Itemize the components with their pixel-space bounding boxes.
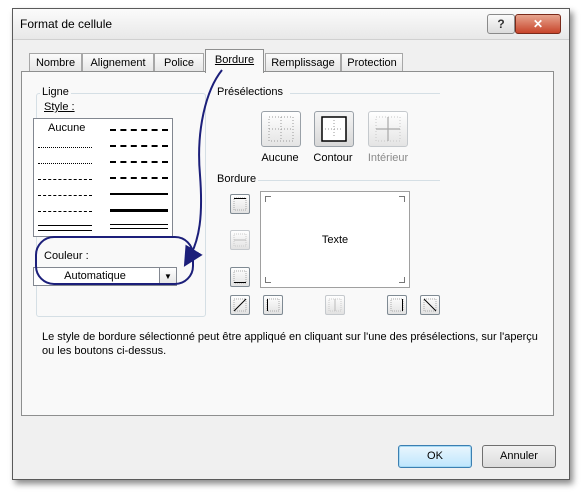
preview-corner-mark xyxy=(265,196,271,202)
border-tab-panel: Ligne Style : Aucune Couleur : Automatiq… xyxy=(21,71,554,416)
preview-corner-mark xyxy=(399,277,405,283)
style-label: Style : xyxy=(44,101,75,113)
diagonal-up-icon xyxy=(233,298,247,312)
style-option-medium-dashed[interactable] xyxy=(110,177,168,179)
description-text: Le style de bordure sélectionné peut êtr… xyxy=(42,331,538,357)
tab-bordure[interactable]: Bordure xyxy=(205,49,264,73)
border-bottom-button[interactable] xyxy=(230,267,250,287)
border-title: Bordure xyxy=(217,173,257,185)
color-dropdown[interactable]: Automatique ▼ xyxy=(33,267,177,286)
line-style-list[interactable]: Aucune xyxy=(33,118,173,237)
tab-alignement[interactable]: Alignement xyxy=(82,53,154,72)
cancel-button[interactable]: Annuler xyxy=(482,445,556,468)
ok-button[interactable]: OK xyxy=(398,445,472,468)
title-bar: Format de cellule ? ✕ xyxy=(13,9,569,40)
preset-inside-button[interactable] xyxy=(368,111,408,147)
preset-none-label: Aucune xyxy=(261,152,299,164)
border-right-button[interactable] xyxy=(387,295,407,315)
window-title: Format de cellule xyxy=(20,17,113,31)
style-option-hairline[interactable] xyxy=(38,147,92,148)
tab-nombre[interactable]: Nombre xyxy=(29,53,82,72)
presets-title: Présélections xyxy=(217,86,284,98)
border-preview[interactable]: Texte xyxy=(260,191,410,288)
preset-outline-icon xyxy=(321,116,347,142)
style-option-dash-dot-dot[interactable] xyxy=(38,179,92,180)
border-left-button[interactable] xyxy=(263,295,283,315)
border-inside-horizontal-icon xyxy=(233,233,247,247)
style-option-dash-dot[interactable] xyxy=(38,195,92,196)
preset-inside-label: Intérieur xyxy=(367,152,409,164)
style-option-none[interactable]: Aucune xyxy=(48,122,85,134)
border-bottom-icon xyxy=(233,270,247,284)
preset-outline-button[interactable] xyxy=(314,111,354,147)
tab-police[interactable]: Police xyxy=(154,53,204,72)
preview-corner-mark xyxy=(265,277,271,283)
style-option-medium-dash-dot[interactable] xyxy=(110,161,168,163)
preset-outline-label: Contour xyxy=(313,152,353,164)
preset-none-button[interactable] xyxy=(261,111,301,147)
style-option-medium-dash-dot-dot[interactable] xyxy=(110,129,168,131)
border-inside-vertical-button[interactable] xyxy=(325,295,345,315)
preview-text: Texte xyxy=(321,234,349,246)
style-option-dotted[interactable] xyxy=(38,163,92,164)
diagonal-down-icon xyxy=(423,298,437,312)
format-cells-dialog: Format de cellule ? ✕ Nombre Alignement … xyxy=(12,8,570,480)
style-option-thick[interactable] xyxy=(110,209,168,212)
border-top-button[interactable] xyxy=(230,194,250,214)
style-option-double[interactable] xyxy=(110,224,168,229)
tab-protection[interactable]: Protection xyxy=(341,53,403,72)
border-inside-vertical-icon xyxy=(328,298,342,312)
border-right-icon xyxy=(390,298,404,312)
border-top-icon xyxy=(233,197,247,211)
style-option-thin[interactable] xyxy=(38,225,92,231)
help-button[interactable]: ? xyxy=(487,14,515,34)
style-option-dashed[interactable] xyxy=(38,211,92,212)
border-left-icon xyxy=(266,298,280,312)
style-option-slanted-dash-dot[interactable] xyxy=(110,145,168,147)
preset-none-icon xyxy=(268,116,294,142)
line-group-title: Ligne xyxy=(40,86,71,98)
border-inside-horizontal-button[interactable] xyxy=(230,230,250,250)
close-button[interactable]: ✕ xyxy=(515,14,561,34)
preset-inside-icon xyxy=(375,116,401,142)
border-diagonal-down-button[interactable] xyxy=(420,295,440,315)
color-value: Automatique xyxy=(64,270,126,282)
color-label: Couleur : xyxy=(44,250,89,262)
style-option-medium[interactable] xyxy=(110,193,168,195)
border-diagonal-up-button[interactable] xyxy=(230,295,250,315)
tab-remplissage[interactable]: Remplissage xyxy=(265,53,341,72)
border-separator xyxy=(258,180,440,181)
chevron-down-icon[interactable]: ▼ xyxy=(159,268,176,285)
presets-separator xyxy=(290,93,440,94)
preview-corner-mark xyxy=(399,196,405,202)
